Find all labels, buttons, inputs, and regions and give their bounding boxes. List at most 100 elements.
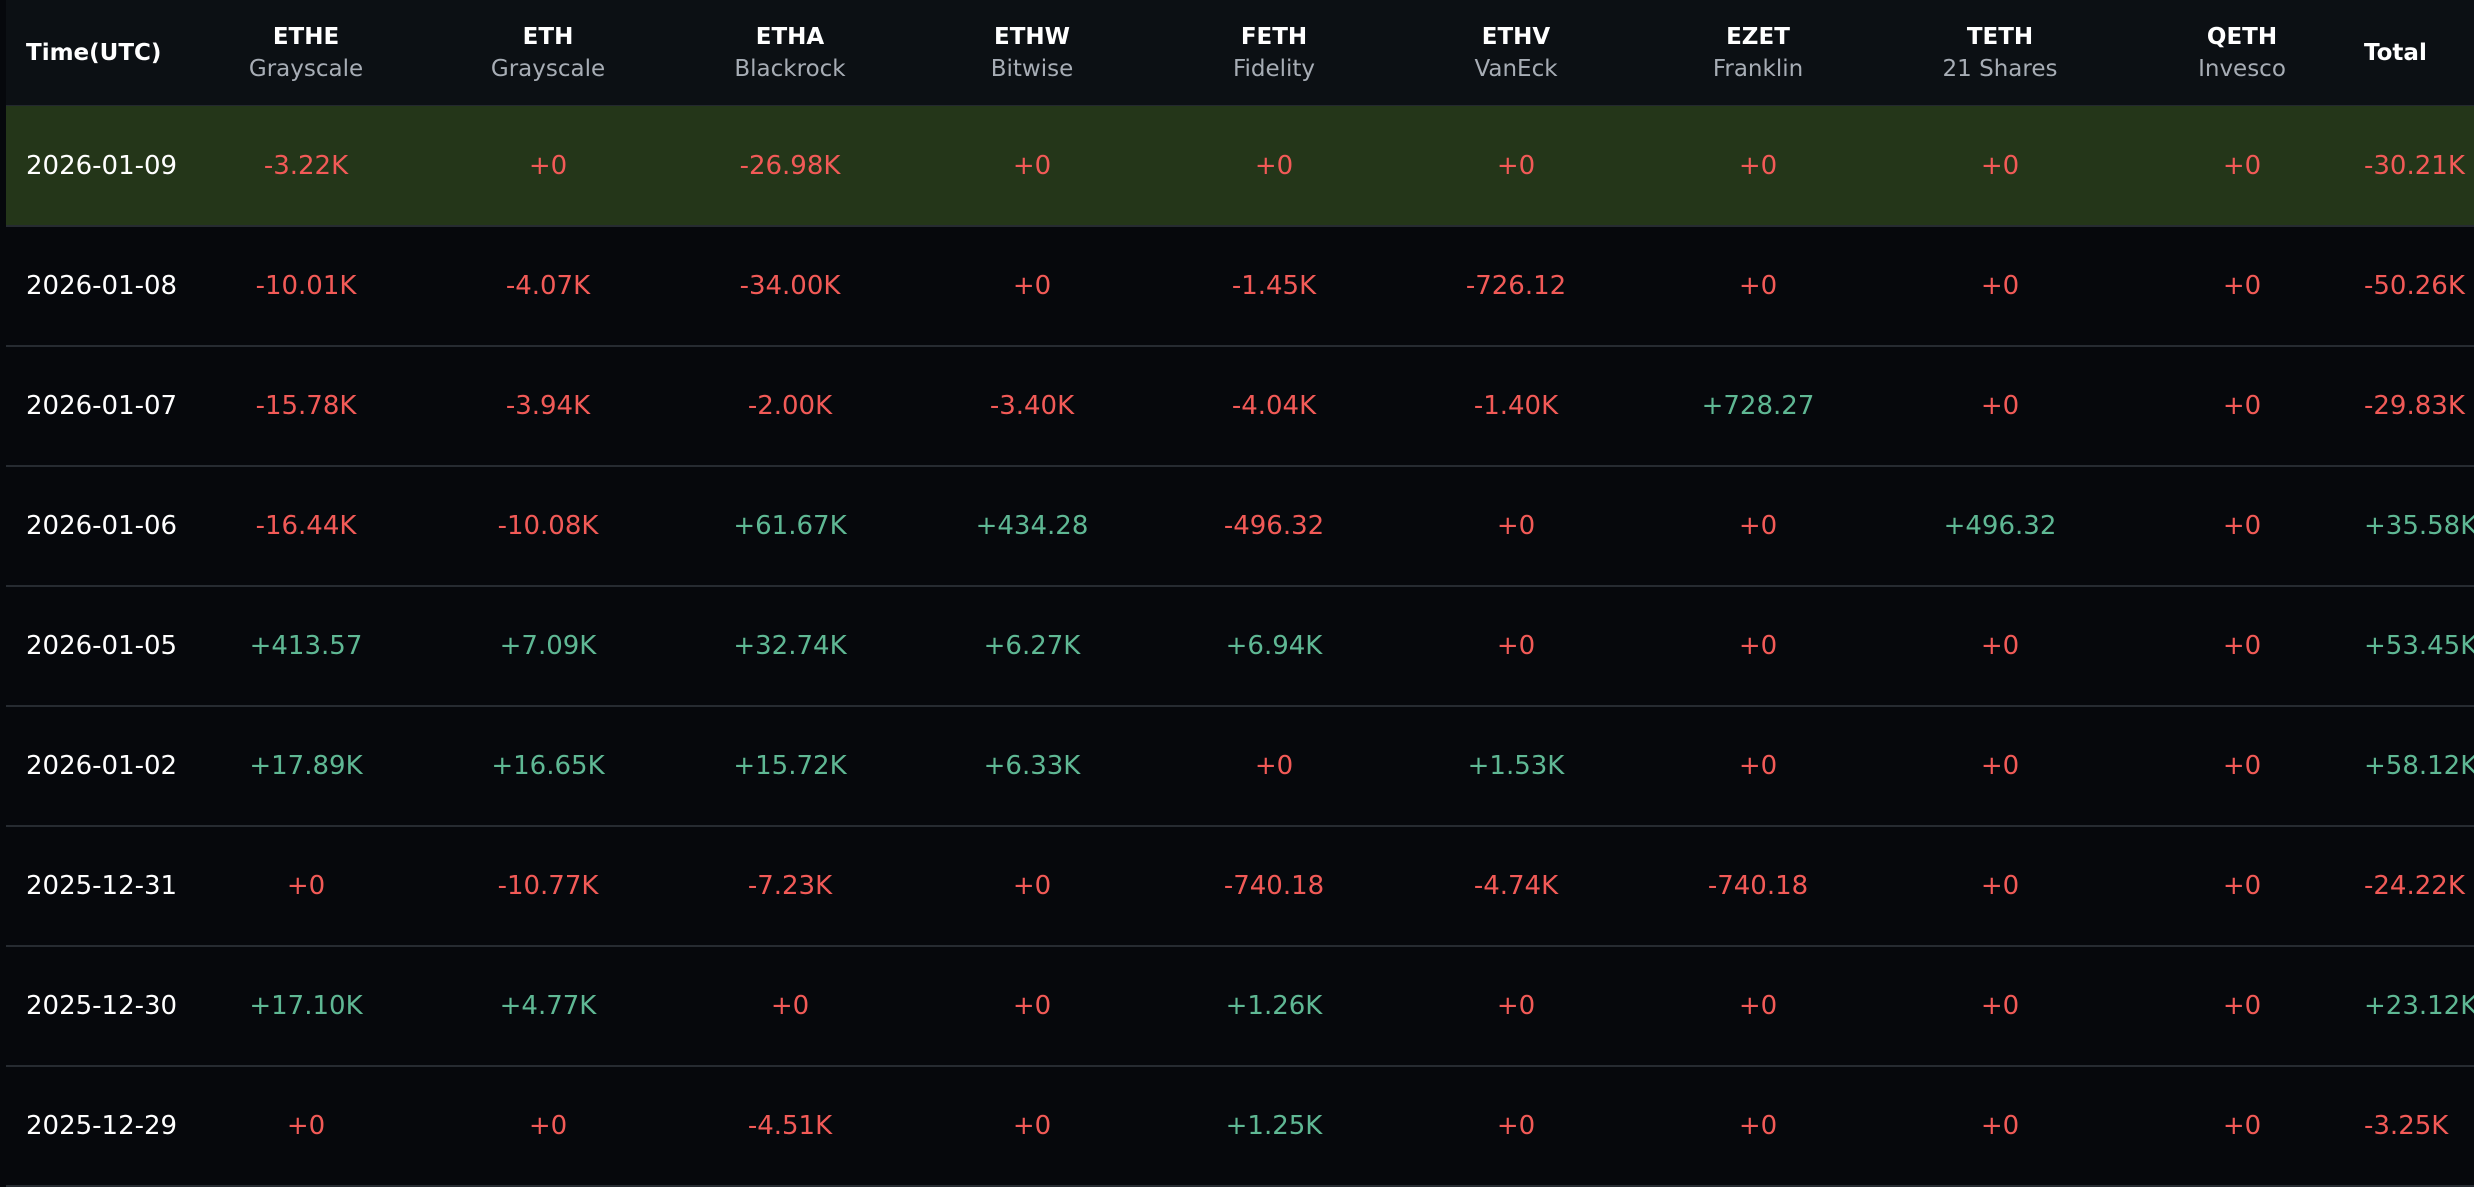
table-row[interactable]: 2026-01-06 -16.44K -10.08K +61.67K +434.28 -4… [6,466,2474,587]
flow-value-teth: +0 [1980,390,2020,421]
flow-value-feth: -740.18 [1223,870,1325,901]
flow-value-teth: +0 [1980,150,2020,181]
flow-value-ezet: +0 [1738,150,1778,181]
row-total: +58.12K [2364,750,2474,781]
column-header-ethw[interactable]: ETHW Bitwise [917,0,1147,105]
flow-value-etha: +32.74K [733,630,847,661]
flow-value-ethe: -3.22K [263,150,349,181]
flow-value-ethw: +0 [1012,990,1052,1021]
flow-value-feth: +6.94K [1225,630,1323,661]
flow-value-feth: +0 [1254,750,1294,781]
flow-value-teth: +0 [1980,750,2020,781]
flow-value-ethw: +0 [1012,270,1052,301]
row-date: 2026-01-05 [26,630,178,661]
column-issuer: Invesco [2198,55,2286,82]
column-header-ethe[interactable]: ETHE Grayscale [191,0,421,105]
row-date: 2026-01-06 [26,510,178,541]
flow-value-eth: +4.77K [499,990,597,1021]
column-header-feth[interactable]: FETH Fidelity [1159,0,1389,105]
flow-value-ethv: -1.40K [1473,390,1559,421]
column-issuer: Grayscale [490,55,606,82]
flow-value-ethe: +17.10K [249,990,363,1021]
row-total: -24.22K [2364,870,2465,901]
time-column-header[interactable]: Time(UTC) [26,0,206,105]
flow-value-ethw: +434.28 [975,510,1089,541]
flow-value-ethe: +0 [286,870,326,901]
column-issuer: Franklin [1712,55,1804,82]
table-row[interactable]: 2026-01-02 +17.89K +16.65K +15.72K +6.33K +0 +… [6,706,2474,827]
column-ticker: ETHE [272,23,340,50]
flow-value-ezet: +0 [1738,630,1778,661]
flow-value-etha: -26.98K [739,150,841,181]
column-issuer: 21 Shares [1942,55,2058,82]
table-row[interactable]: 2026-01-08 -10.01K -4.07K -34.00K +0 -1.45K -7… [6,226,2474,347]
flow-value-feth: -4.04K [1231,390,1317,421]
flow-value-etha: +0 [770,990,810,1021]
column-header-qeth[interactable]: QETH Invesco [2127,0,2357,105]
row-total: -29.83K [2364,390,2465,421]
column-issuer: Blackrock [734,55,846,82]
flow-value-eth: +0 [528,150,568,181]
flow-value-ethv: -726.12 [1465,270,1567,301]
column-issuer: Grayscale [248,55,364,82]
flow-value-qeth: +0 [2222,630,2262,661]
flow-value-ezet: +0 [1738,990,1778,1021]
column-ticker: QETH [2206,23,2278,50]
column-header-ezet[interactable]: EZET Franklin [1643,0,1873,105]
flow-value-ezet: +0 [1738,750,1778,781]
flow-value-teth: +0 [1980,630,2020,661]
table-row[interactable]: 2026-01-05 +413.57 +7.09K +32.74K +6.27K +6.9… [6,586,2474,707]
column-header-ethv[interactable]: ETHV VanEck [1401,0,1631,105]
etf-flow-table: Time(UTC) ETHE Grayscale ETH Grayscale ETHA B… [6,0,2474,1187]
flow-value-eth: -10.08K [497,510,599,541]
flow-value-ethe: -15.78K [255,390,357,421]
table-row[interactable]: 2026-01-07 -15.78K -3.94K -2.00K -3.40K -4.04… [6,346,2474,467]
flow-value-ethw: +0 [1012,1110,1052,1141]
flow-value-etha: +61.67K [733,510,847,541]
flow-value-feth: -1.45K [1231,270,1317,301]
flow-value-eth: +16.65K [491,750,605,781]
row-total: -50.26K [2364,270,2465,301]
flow-value-ethv: +1.53K [1467,750,1565,781]
column-header-eth[interactable]: ETH Grayscale [433,0,663,105]
flow-value-qeth: +0 [2222,510,2262,541]
flow-value-qeth: +0 [2222,1110,2262,1141]
flow-value-etha: -7.23K [747,870,833,901]
table-row[interactable]: 2025-12-30 +17.10K +4.77K +0 +0 +1.26K +0 +0 +0 +… [6,946,2474,1067]
flow-value-ezet: +0 [1738,510,1778,541]
flow-value-feth: +0 [1254,150,1294,181]
flow-value-ethe: -10.01K [255,270,357,301]
column-issuer: VanEck [1474,55,1558,82]
flow-value-ethe: +17.89K [249,750,363,781]
flow-value-qeth: +0 [2222,750,2262,781]
flow-value-ethv: +0 [1496,510,1536,541]
flow-value-eth: -4.07K [505,270,591,301]
table-row[interactable]: 2025-12-29 +0 +0 -4.51K +0 +1.25K +0 +0 +0 +0 -3.2… [6,1066,2474,1187]
column-header-teth[interactable]: TETH 21 Shares [1885,0,2115,105]
flow-value-qeth: +0 [2222,150,2262,181]
flow-value-ethv: +0 [1496,1110,1536,1141]
row-date: 2025-12-29 [26,1110,178,1141]
column-header-etha[interactable]: ETHA Blackrock [675,0,905,105]
flow-value-ezet: +728.27 [1701,390,1815,421]
flow-value-eth: -10.77K [497,870,599,901]
flow-value-ethw: +0 [1012,150,1052,181]
flow-value-qeth: +0 [2222,870,2262,901]
flow-value-ethv: +0 [1496,630,1536,661]
row-total: +35.58K [2364,510,2474,541]
flow-value-etha: -4.51K [747,1110,833,1141]
flow-value-feth: -496.32 [1223,510,1325,541]
flow-value-teth: +0 [1980,870,2020,901]
table-row[interactable]: 2026-01-09 -3.22K +0 -26.98K +0 +0 +0 +0 +0 +0 -30… [6,106,2474,227]
row-total: +23.12K [2364,990,2474,1021]
column-ticker: TETH [1966,23,2034,50]
row-total: -30.21K [2364,150,2465,181]
flow-value-teth: +0 [1980,990,2020,1021]
total-column-header[interactable]: Total [2364,0,2474,105]
flow-value-teth: +496.32 [1943,510,2057,541]
flow-value-qeth: +0 [2222,390,2262,421]
row-date: 2026-01-02 [26,750,178,781]
column-ticker: ETHV [1481,23,1551,50]
table-row[interactable]: 2025-12-31 +0 -10.77K -7.23K +0 -740.18 -4.74K… [6,826,2474,947]
flow-value-ezet: +0 [1738,270,1778,301]
